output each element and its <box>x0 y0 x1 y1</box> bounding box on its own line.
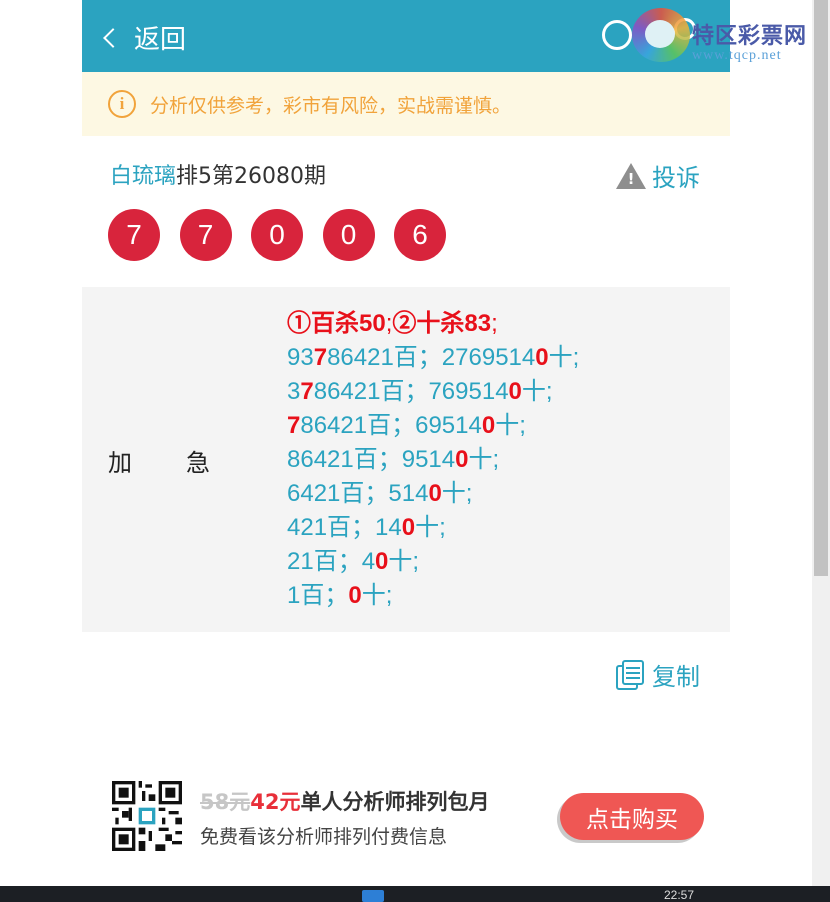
result-ball: 0 <box>251 209 303 261</box>
issue-title: 白琉璃排5第26080期 <box>110 158 326 190</box>
result-ball: 7 <box>179 209 232 261</box>
search-icon[interactable] <box>602 20 632 50</box>
analysis-line: 86421百；95140十; <box>287 446 500 473</box>
analyst-name-link[interactable]: 白琉璃 <box>110 164 176 189</box>
logo-swirl-icon <box>632 8 690 62</box>
logo-url: www.tqcp.net <box>692 48 782 63</box>
analysis-line: 6421百；5140十; <box>287 480 473 507</box>
result-ball: 6 <box>394 209 446 261</box>
analysis-line: 421百；140十; <box>287 514 446 541</box>
copy-icon <box>616 659 646 690</box>
issue-label: 排5第26080期 <box>176 164 326 189</box>
promo-title: 58元42元单人分析师排列包月 <box>200 786 489 816</box>
analysis-head-line: ①百杀50;②十杀83; <box>287 310 498 337</box>
taskbar-clock: 22:57 <box>664 888 695 902</box>
analysis-line: 93786421百；27695140十; <box>287 344 580 371</box>
analysis-line: 3786421百；7695140十; <box>287 378 553 405</box>
notice-text: 分析仅供参考，彩市有风险，实战需谨慎。 <box>150 94 512 117</box>
promo-subtitle: 免费看该分析师排列付费信息 <box>200 826 448 848</box>
new-price: 42元 <box>250 790 301 814</box>
chevron-left-icon <box>103 28 123 48</box>
draw-result-balls: 7 7 0 0 6 <box>108 209 466 261</box>
info-icon: i <box>108 90 136 118</box>
page-frame: 返回 i 分析仅供参考，彩市有风险，实战需谨慎。 白琉璃排5第26080期 ! … <box>82 0 730 860</box>
input-method-icon[interactable] <box>362 890 384 902</box>
row-label: 加急 <box>108 449 210 477</box>
result-ball: 0 <box>322 209 375 261</box>
scrollbar[interactable] <box>812 0 830 888</box>
analysis-line: 21百；40十; <box>287 548 420 575</box>
promo-title-text: 单人分析师排列包月 <box>300 790 490 814</box>
complain-label: 投诉 <box>652 164 700 192</box>
analysis-lines: ①百杀50;②十杀83; 93786421百；27695140十; 378642… <box>287 307 579 613</box>
analysis-block: 加急 ①百杀50;②十杀83; 93786421百；27695140十; 378… <box>82 287 730 632</box>
back-button[interactable]: 返回 <box>103 18 187 56</box>
qr-code-image <box>112 781 182 851</box>
complain-button[interactable]: ! 投诉 <box>616 158 700 193</box>
warning-icon: ! <box>616 162 646 189</box>
buy-button[interactable]: 点击购买 <box>560 793 704 840</box>
copy-label: 复制 <box>652 663 700 691</box>
analysis-line: 1百；0十; <box>287 582 393 609</box>
old-price: 58元 <box>200 790 251 814</box>
logo-name: 特区彩票网 <box>692 23 808 48</box>
risk-notice: i 分析仅供参考，彩市有风险，实战需谨慎。 <box>82 72 730 136</box>
back-label: 返回 <box>134 24 187 55</box>
result-ball: 7 <box>108 209 160 261</box>
scrollbar-thumb[interactable] <box>814 0 828 576</box>
taskbar: 22:57 <box>0 886 830 902</box>
analysis-line: 786421百；695140十; <box>287 412 526 439</box>
copy-button[interactable]: 复制 <box>616 657 700 692</box>
site-logo-watermark: 特区彩票网 www.tqcp.net <box>632 6 830 68</box>
